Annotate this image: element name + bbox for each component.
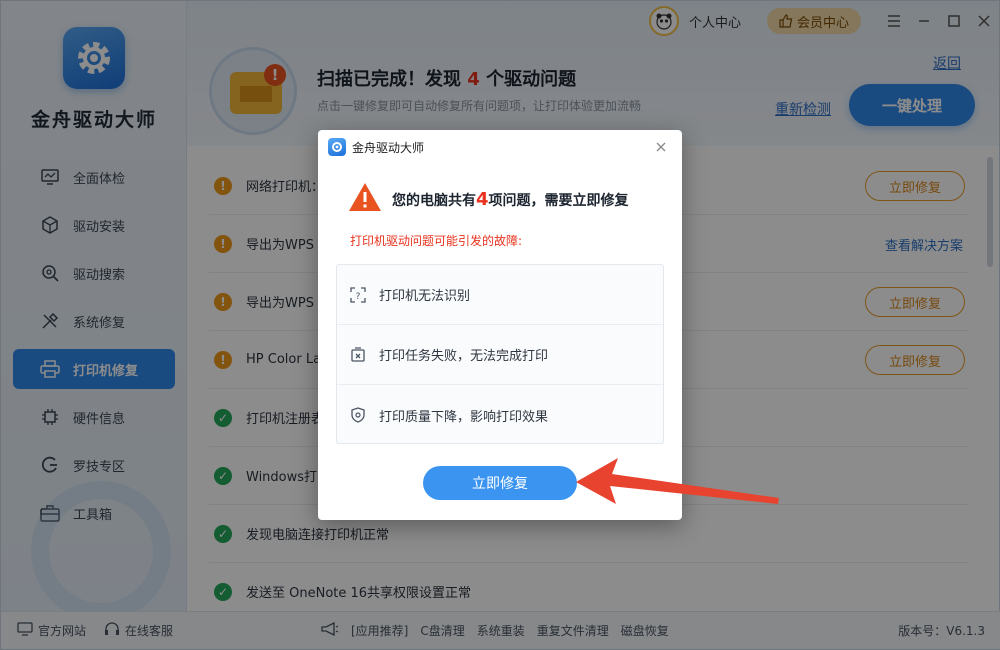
fault-label: 打印质量下降，影响打印效果 (379, 409, 549, 425)
quality-shield-icon (349, 406, 367, 424)
fix-now-dialog-button[interactable]: 立即修复 (423, 466, 577, 500)
list-item: 打印质量下降，影响打印效果 (337, 385, 663, 445)
list-item: 打印任务失败，无法完成打印 (337, 325, 663, 385)
app-logo-small (328, 138, 346, 156)
dialog-title: 金舟驱动大师 (352, 140, 425, 155)
warning-triangle-icon (348, 182, 382, 216)
print-fail-icon (349, 346, 367, 364)
dialog-note: 打印机驱动问题可能引发的故障: (350, 234, 523, 248)
fault-label: 打印任务失败，无法完成打印 (379, 349, 549, 364)
fault-list: ? 打印机无法识别 打印任务失败，无法完成打印 打印质量下降，影响打印效果 (336, 264, 664, 444)
close-icon (656, 142, 666, 152)
list-item: ? 打印机无法识别 (337, 265, 663, 325)
dialog-title-bar: 金舟驱动大师 (328, 138, 424, 156)
dialog-close-button[interactable] (652, 138, 670, 156)
gear-icon (332, 142, 342, 152)
dialog-heading: 您的电脑共有4项问题，需要立即修复 (348, 182, 629, 216)
unknown-device-icon: ? (349, 286, 367, 304)
svg-text:?: ? (356, 292, 361, 302)
fault-label: 打印机无法识别 (379, 289, 471, 304)
dialog-heading-text: 您的电脑共有4项问题，需要立即修复 (392, 188, 629, 210)
pointer-arrow-icon (576, 458, 779, 504)
dialog-issue-count: 4 (476, 188, 489, 210)
